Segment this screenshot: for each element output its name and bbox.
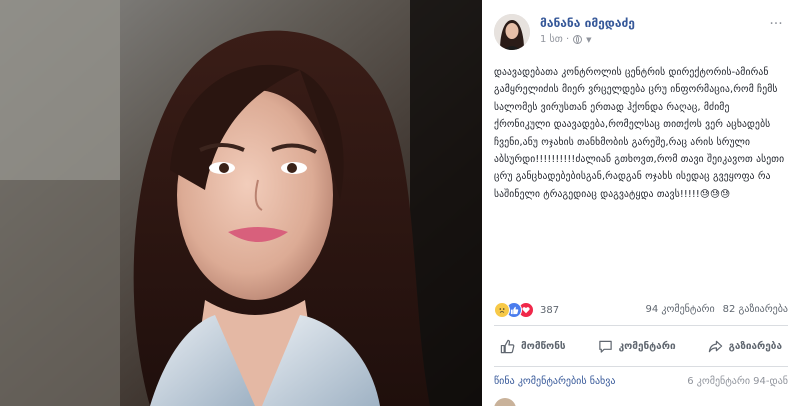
reactions-summary[interactable]: 387 xyxy=(494,302,559,318)
comment-button[interactable]: კომენტარი xyxy=(592,335,682,358)
post-header: მანანა იმედაძე 1 სთ · ▼ ··· xyxy=(494,10,788,54)
share-button[interactable]: გაზიარება xyxy=(702,335,788,358)
reaction-count: 387 xyxy=(540,304,560,316)
divider-bottom xyxy=(494,366,788,367)
post-time[interactable]: 1 სთ · xyxy=(540,34,569,45)
speech-bubble-icon xyxy=(598,340,612,353)
like-label: მომწონს xyxy=(521,340,566,352)
commenter-avatar[interactable] xyxy=(494,398,516,406)
more-horizontal-icon: ··· xyxy=(769,16,783,32)
author-name[interactable]: მანანა იმედაძე xyxy=(540,16,635,30)
globe-icon[interactable] xyxy=(573,35,583,44)
post-text: დაავადებათა კონტროლის ცენტრის დირექტორის… xyxy=(494,67,785,200)
like-button[interactable]: მომწონს xyxy=(494,335,572,358)
comments-bar: წინა კომენტარების ნახვა 6 კომენტარი 94-დ… xyxy=(494,376,788,390)
comment-label: კომენტარი xyxy=(618,340,676,352)
post-actions: მომწონს კომენტარი გაზიარება xyxy=(494,332,788,360)
share-count-link[interactable]: 82 გაზიარება xyxy=(723,304,788,315)
author-avatar[interactable] xyxy=(494,14,530,50)
avatar-image xyxy=(494,14,530,50)
sad-reaction-icon xyxy=(494,302,510,318)
share-arrow-icon xyxy=(708,340,722,352)
post-meta: 1 სთ · ▼ xyxy=(540,34,592,45)
chevron-down-icon[interactable]: ▼ xyxy=(586,36,591,44)
view-previous-comments-link[interactable]: წინა კომენტარების ნახვა xyxy=(494,376,615,387)
photo-viewer: მანანა იმედაძე 1 სთ · ▼ ··· დაავადებათა … xyxy=(0,0,800,406)
share-label: გაზიარება xyxy=(728,340,782,352)
comments-shown-count: 6 კომენტარი 94-დან xyxy=(687,376,788,387)
comment-count-link[interactable]: 94 კომენტარი xyxy=(646,304,715,315)
post-photo xyxy=(0,0,482,406)
photo-pane xyxy=(0,0,482,406)
divider-top xyxy=(494,325,788,326)
thumbs-up-icon xyxy=(500,339,515,353)
more-options-button[interactable]: ··· xyxy=(766,16,786,34)
post-stats: 387 94 კომენტარი 82 გაზიარება xyxy=(494,300,788,320)
stats-right: 94 კომენტარი 82 გაზიარება xyxy=(646,304,789,315)
post-panel: მანანა იმედაძე 1 სთ · ▼ ··· დაავადებათა … xyxy=(482,0,800,406)
